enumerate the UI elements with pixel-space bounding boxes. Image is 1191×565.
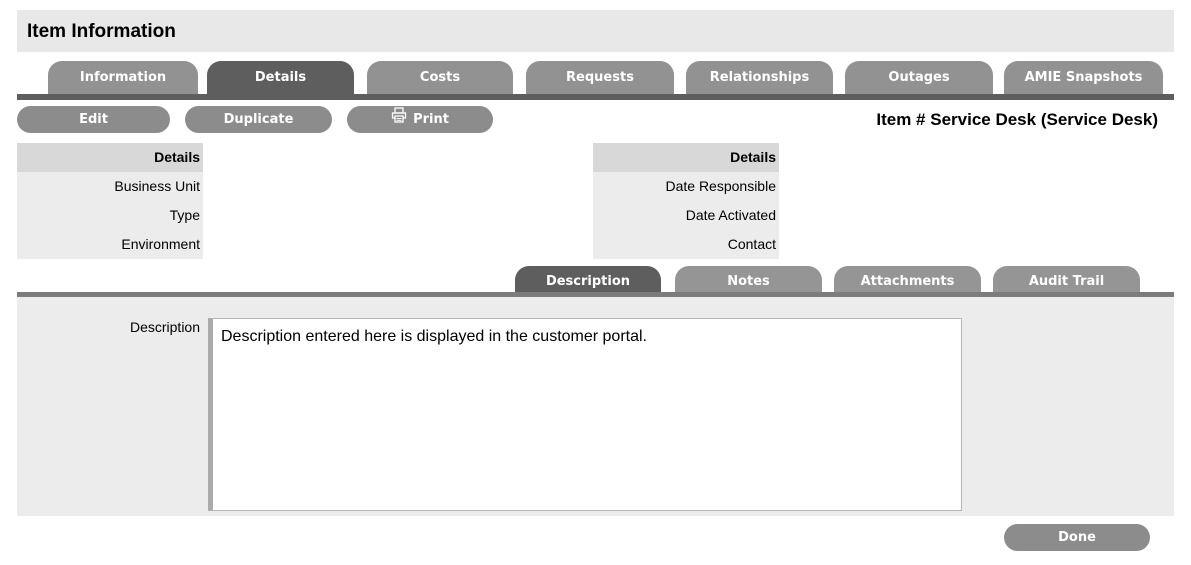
duplicate-button[interactable]: Duplicate: [185, 106, 332, 133]
tabs-divider: [17, 94, 1174, 100]
main-tabs: Information Details Costs Requests Relat…: [17, 52, 1174, 100]
edit-button[interactable]: Edit: [17, 106, 170, 133]
tab-information[interactable]: Information: [48, 61, 198, 94]
description-section: Description Description entered here is …: [17, 297, 1174, 516]
details-left-header: Details: [17, 143, 203, 172]
tab-costs[interactable]: Costs: [367, 61, 513, 94]
tab-requests[interactable]: Requests: [526, 61, 674, 94]
tab-relationships[interactable]: Relationships: [686, 61, 833, 94]
page-title: Item Information: [27, 21, 176, 42]
printer-icon: [391, 106, 407, 133]
business-unit-label: Business Unit: [17, 172, 203, 201]
item-number: Item # Service Desk (Service Desk): [876, 110, 1158, 129]
title-bar: Item Information: [17, 10, 1174, 52]
description-field[interactable]: Description entered here is displayed in…: [208, 318, 962, 511]
tab-amie-snapshots[interactable]: AMIE Snapshots: [1004, 61, 1163, 94]
date-activated-label: Date Activated: [593, 201, 779, 230]
print-label: Print: [413, 112, 449, 127]
tab-outages[interactable]: Outages: [845, 61, 993, 94]
done-button[interactable]: Done: [1004, 524, 1150, 551]
print-button[interactable]: Print: [347, 106, 493, 133]
environment-label: Environment: [17, 230, 203, 259]
item-information-panel: Item Information Information Details Cos…: [17, 10, 1174, 565]
details-right-header: Details: [593, 143, 779, 172]
contact-label: Contact: [593, 230, 779, 259]
description-label: Description: [129, 319, 200, 335]
tab-details[interactable]: Details: [207, 61, 354, 94]
date-responsible-label: Date Responsible: [593, 172, 779, 201]
type-label: Type: [17, 201, 203, 230]
